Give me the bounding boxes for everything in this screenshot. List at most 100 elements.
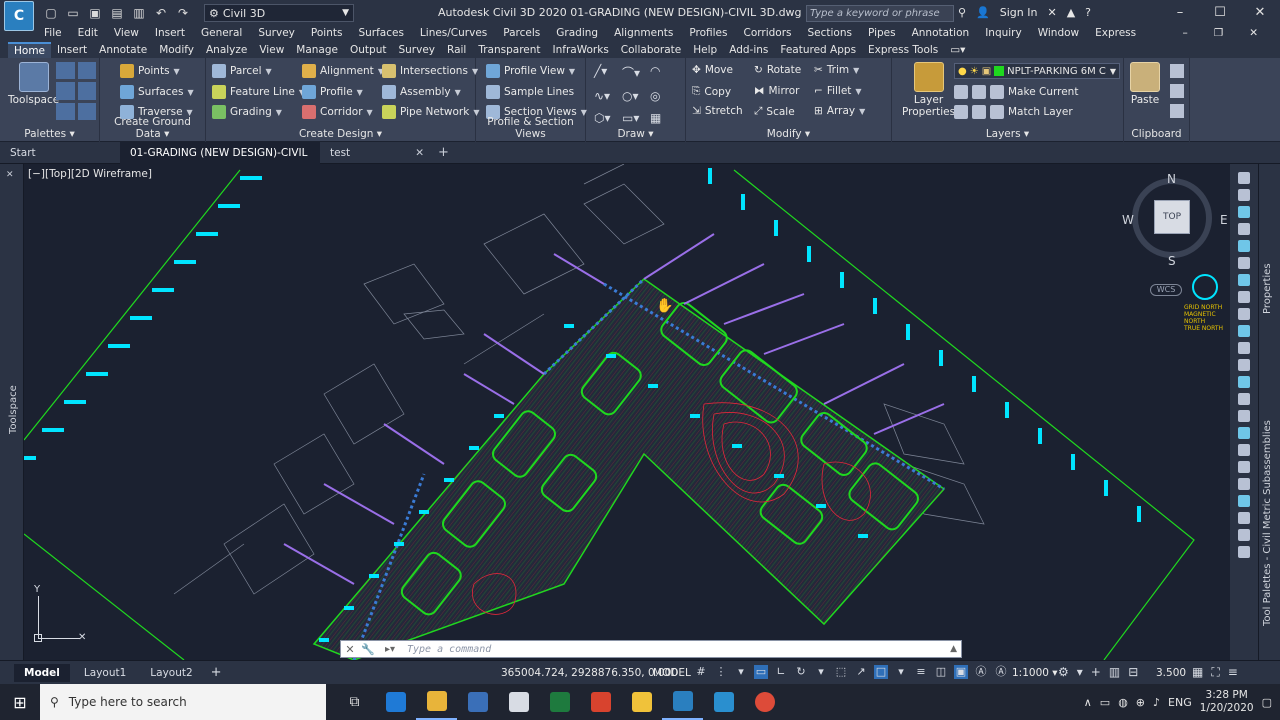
dropdown-icon[interactable]: ▾ [734,665,748,679]
layer-off-icon[interactable] [972,85,986,99]
menu-surfaces[interactable]: Surfaces [358,26,403,42]
compass-south[interactable]: S [1168,254,1176,268]
layer-dropdown[interactable]: ● ☀ ▣ NPLT-PARKING 6M C ▼ [954,63,1120,79]
compass-east[interactable]: E [1220,213,1228,227]
toolbox-icon[interactable] [77,82,96,100]
grid-icon[interactable]: # [694,665,708,679]
minimize-button[interactable]: – [1160,0,1200,26]
plus-icon[interactable]: + [1091,665,1101,679]
move-button[interactable]: ✥ Move [692,64,733,76]
file-explorer-app[interactable] [416,684,457,720]
stretch-button[interactable]: ⇲ Stretch [692,105,743,117]
parcel-button[interactable]: Parcel ▼ [212,64,272,78]
taskbar-search-box[interactable]: ⚲ Type here to search [40,684,326,720]
ribbon-tab-transparent[interactable]: Transparent [472,42,546,58]
menu-sections[interactable]: Sections [807,26,851,42]
menu-alignments[interactable]: Alignments [614,26,673,42]
chrome-app[interactable] [744,684,785,720]
windows-start-button[interactable]: ⊞ [0,684,40,720]
menu-window[interactable]: Window [1038,26,1079,42]
doc-restore-button[interactable]: ❐ [1214,26,1223,40]
layers-panel-title[interactable]: Layers ▾ [892,128,1123,140]
ribbon-tab-annotate[interactable]: Annotate [93,42,153,58]
units-icon[interactable]: ⊟ [1128,665,1138,679]
layout-tab-layout1[interactable]: Layout1 [74,664,136,682]
polyline-icon[interactable]: ⌒▾ [622,64,650,81]
subassembly-12-icon[interactable] [1238,359,1250,371]
ribbon-tab-rail[interactable]: Rail [441,42,472,58]
menu-express[interactable]: Express [1095,26,1136,42]
snap-icon[interactable]: ⋮ [714,665,728,679]
rotate-button[interactable]: ↻ Rotate [754,64,801,76]
scale-button[interactable]: ⤢ Scale [754,105,795,118]
save-icon[interactable]: ▣ [86,5,104,21]
mirror-button[interactable]: ⧓ Mirror [754,85,799,97]
ribbon-tab-home[interactable]: Home [8,42,52,58]
menu-annotation[interactable]: Annotation [912,26,970,42]
save-as-icon[interactable]: ▤ [108,5,126,21]
subassembly-1-icon[interactable] [1238,172,1250,184]
language-indicator[interactable]: ENG [1168,696,1192,709]
arc-icon[interactable]: ◠ [650,64,678,81]
help-icon[interactable]: ? [1085,6,1091,19]
command-customize-icon[interactable]: 🔧 [359,643,377,656]
units-readout[interactable]: 3.500 [1156,667,1186,679]
command-input[interactable]: Type a command [407,644,491,655]
isolate-icon[interactable]: ▥ [1109,665,1120,679]
network-icon[interactable]: ▭ [1100,696,1110,709]
isodraft-icon[interactable]: ⬚ [834,665,848,679]
exchange-icon[interactable]: ✕ [1047,6,1056,19]
close-tab-icon[interactable]: ✕ [415,142,424,164]
dropdown-icon-4[interactable]: ▾ [1077,665,1083,679]
globe-icon[interactable]: ⊕ [1136,696,1145,709]
menu-pipes[interactable]: Pipes [868,26,896,42]
ribbon-tab-manage[interactable]: Manage [290,42,344,58]
feature-line-button[interactable]: Feature Line▼ [212,85,305,99]
layer-properties-button[interactable]: Layer Properties [902,62,955,118]
subassembly-17-icon[interactable] [1238,444,1250,456]
subassembly-4-icon[interactable] [1238,223,1250,235]
ribbon-tab-collaborate[interactable]: Collaborate [615,42,687,58]
compass-west[interactable]: W [1122,213,1134,227]
new-file-icon[interactable]: ▢ [42,5,60,21]
subassembly-11-icon[interactable] [1238,342,1250,354]
profile-view-button[interactable]: Profile View ▼ [486,64,575,78]
annotation-visibility-icon[interactable]: Ⓐ [974,665,988,679]
ribbon-tab-insert[interactable]: Insert [51,42,93,58]
subassembly-22-icon[interactable] [1238,529,1250,541]
system-clock[interactable]: 3:28 PM 1/20/2020 [1200,689,1254,715]
workspace-gear-icon[interactable]: ⚙ [1058,665,1069,679]
open-folder-icon[interactable]: ▭ [64,5,82,21]
make-current-button[interactable]: Make Current [1008,86,1078,98]
task-view-button[interactable]: ⧉ [334,684,375,720]
coordinates-readout[interactable]: 365004.724, 2928876.350, 0.000 [501,667,678,679]
ellipse-icon[interactable]: ◎ [650,89,678,103]
layer-freeze-icon[interactable] [954,105,968,119]
mail-app[interactable] [498,684,539,720]
command-expand-icon[interactable]: ▲ [950,644,957,654]
doc-minimize-button[interactable]: – [1183,26,1188,40]
pipe-network-button[interactable]: Pipe Network ▼ [382,105,479,119]
ribbon-tab-express-tools[interactable]: Express Tools [862,42,944,58]
sample-lines-button[interactable]: Sample Lines [486,85,574,99]
properties-vertical-label[interactable]: Properties [1262,263,1273,314]
spline-icon[interactable]: ∿▾ [594,89,622,103]
palettes-panel-title[interactable]: Palettes ▾ [0,128,99,140]
speaker-icon[interactable]: ♪ [1153,696,1160,709]
subassembly-19-icon[interactable] [1238,478,1250,490]
viewcube[interactable]: TOP N S E W [1122,172,1228,268]
polygon-icon[interactable]: ⬡▾ [594,111,622,125]
new-tab-icon[interactable]: + [438,145,449,160]
a360-icon[interactable]: ▲ [1067,6,1075,19]
close-button[interactable]: ✕ [1240,0,1280,26]
intersections-button[interactable]: Intersections ▼ [382,64,478,78]
create-design-title[interactable]: Create Design ▾ [206,128,475,140]
ribbon-tab-modify[interactable]: Modify [153,42,200,58]
transparency-icon[interactable]: ◫ [934,665,948,679]
menu-survey[interactable]: Survey [258,26,295,42]
ribbon-tab-view[interactable]: View [253,42,290,58]
draw-panel-title[interactable]: Draw ▾ [586,128,685,140]
sketch-app[interactable] [621,684,662,720]
alignment-button[interactable]: Alignment ▼ [302,64,384,78]
subassembly-18-icon[interactable] [1238,461,1250,473]
